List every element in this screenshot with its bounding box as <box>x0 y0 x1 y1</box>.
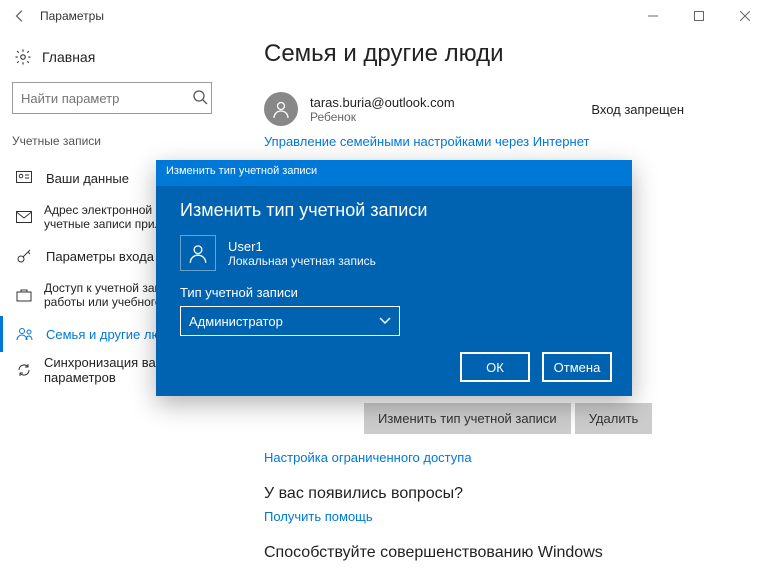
page-title: Семья и другие люди <box>264 40 744 68</box>
link-get-help[interactable]: Получить помощь <box>264 509 744 524</box>
search-icon <box>192 89 208 105</box>
link-manage-family[interactable]: Управление семейными настройками через И… <box>264 134 744 149</box>
mail-icon <box>16 211 32 223</box>
account-type-select[interactable]: Администратор <box>180 306 400 336</box>
change-account-type-button[interactable]: Изменить тип учетной записи <box>364 403 571 434</box>
home-label: Главная <box>42 49 95 65</box>
dialog-user-name: User1 <box>228 239 376 254</box>
dialog-title: Изменить тип учетной записи <box>180 200 608 221</box>
family-member-row[interactable]: taras.buria@outlook.com Ребенок Вход зап… <box>264 92 744 126</box>
window-controls <box>630 0 768 32</box>
section-title: Учетные записи <box>12 134 228 148</box>
avatar <box>264 92 298 126</box>
titlebar: Параметры <box>0 0 768 32</box>
key-icon <box>16 248 34 264</box>
search-container <box>12 82 228 114</box>
avatar <box>180 235 216 271</box>
people-icon <box>16 327 34 341</box>
chevron-down-icon <box>379 317 391 325</box>
minimize-button[interactable] <box>630 0 676 32</box>
cancel-button[interactable]: Отмена <box>542 352 612 382</box>
user-status: Вход запрещен <box>591 102 684 117</box>
briefcase-icon <box>16 288 32 302</box>
gear-icon <box>14 48 32 66</box>
ok-button[interactable]: ОК <box>460 352 530 382</box>
change-account-type-dialog: Изменить тип учетной записи Изменить тип… <box>156 160 632 396</box>
select-label: Тип учетной записи <box>180 285 608 300</box>
user-email: taras.buria@outlook.com <box>310 95 591 110</box>
select-value: Администратор <box>189 314 283 329</box>
dialog-user-sub: Локальная учетная запись <box>228 254 376 268</box>
dialog-header: Изменить тип учетной записи <box>156 160 632 186</box>
sidebar-item-label: Параметры входа <box>46 249 154 264</box>
home-nav[interactable]: Главная <box>12 44 228 70</box>
sidebar-item-label: Ваши данные <box>46 171 129 186</box>
link-restricted-access[interactable]: Настройка ограниченного доступа <box>264 450 744 465</box>
improve-title: Способствуйте совершенствованию Windows <box>264 544 744 562</box>
dialog-user-row: User1 Локальная учетная запись <box>180 235 608 271</box>
user-role: Ребенок <box>310 110 591 124</box>
remove-button[interactable]: Удалить <box>575 403 653 434</box>
back-button[interactable] <box>8 4 32 28</box>
questions-title: У вас появились вопросы? <box>264 485 744 503</box>
id-card-icon <box>16 171 34 185</box>
maximize-button[interactable] <box>676 0 722 32</box>
search-input[interactable] <box>12 82 212 114</box>
sync-icon <box>16 362 32 378</box>
window-title: Параметры <box>40 9 104 23</box>
close-button[interactable] <box>722 0 768 32</box>
